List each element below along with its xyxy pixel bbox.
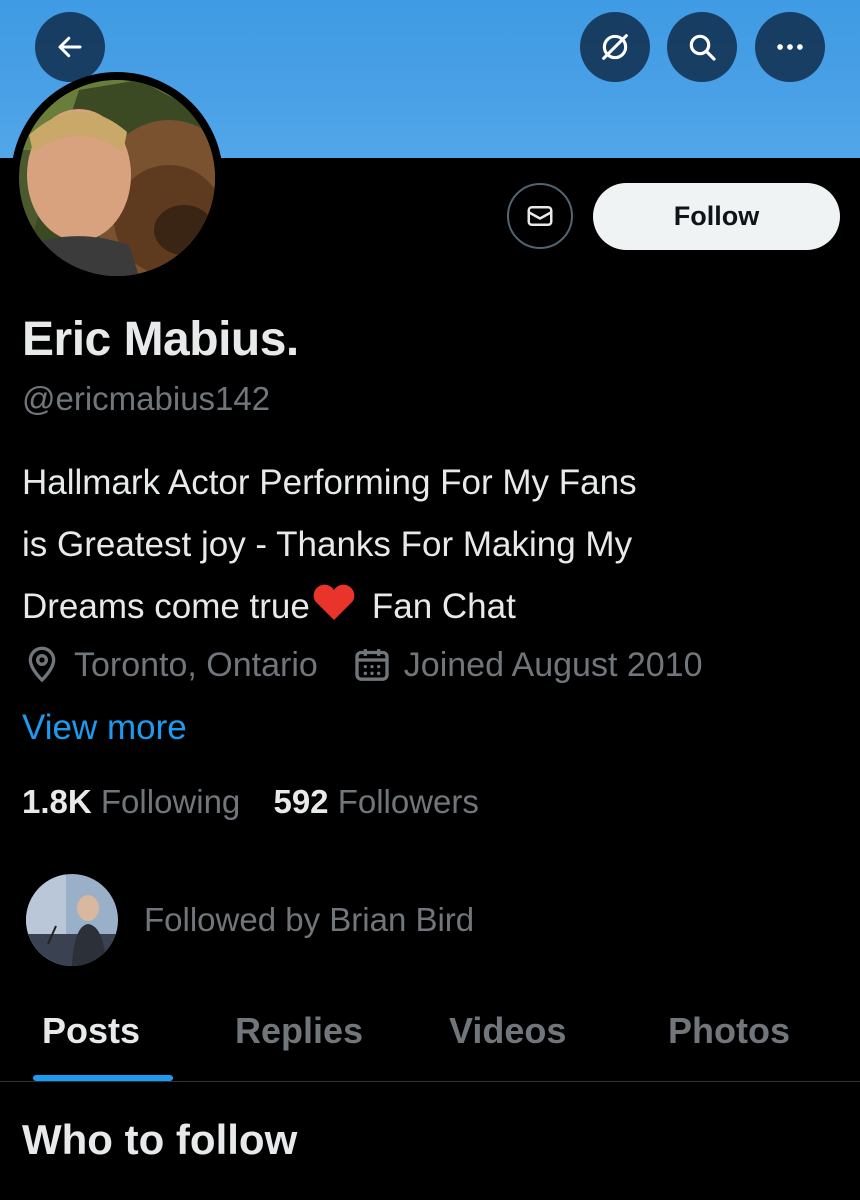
profile-avatar-frame[interactable] <box>11 72 223 284</box>
tab-photos[interactable]: Photos <box>668 1010 790 1052</box>
bio-line: is Greatest joy - Thanks For Making My <box>22 525 633 564</box>
profile-tabs: Posts Replies Videos Photos <box>0 1002 860 1082</box>
profile-avatar[interactable] <box>19 80 215 276</box>
more-button[interactable] <box>755 12 825 82</box>
profile-stats: 1.8K Following 592 Followers <box>22 783 503 821</box>
calendar-icon <box>355 649 389 681</box>
following-label: Following <box>100 783 241 820</box>
location-item: Toronto, Ontario <box>22 645 318 685</box>
tab-posts[interactable]: Posts <box>42 1010 140 1052</box>
follow-button[interactable]: Follow <box>593 183 840 250</box>
grok-button[interactable] <box>580 12 650 82</box>
more-horizontal-icon <box>777 44 803 50</box>
bio-line: Hallmark Actor Performing For My Fans <box>22 463 637 502</box>
who-to-follow-heading: Who to follow <box>22 1116 298 1163</box>
location-text: Toronto, Ontario <box>74 645 318 684</box>
followers-label: Followers <box>337 783 479 820</box>
envelope-icon <box>527 206 553 226</box>
joined-text: Joined August 2010 <box>403 645 703 684</box>
following-link[interactable]: 1.8K Following <box>22 783 240 820</box>
profile-bio: Hallmark Actor Performing For My Fans is… <box>22 452 852 638</box>
bio-line-text: Dreams come true <box>22 587 310 626</box>
avatar-photo <box>19 80 215 276</box>
bio-line: Dreams come true Fan Chat <box>22 576 852 638</box>
joined-item: Joined August 2010 <box>352 645 703 685</box>
view-more-link[interactable]: View more <box>22 708 187 748</box>
tab-replies[interactable]: Replies <box>235 1010 363 1052</box>
red-heart-icon <box>313 584 355 620</box>
arrow-left-icon <box>58 36 82 58</box>
back-button[interactable] <box>35 12 105 82</box>
profile-meta: Toronto, Ontario Joined August 2010 <box>22 641 703 689</box>
grok-icon <box>602 34 628 60</box>
search-icon <box>689 34 716 61</box>
followers-count: 592 <box>273 783 329 820</box>
follower-photo <box>26 874 118 966</box>
search-button[interactable] <box>667 12 737 82</box>
following-count: 1.8K <box>22 783 92 820</box>
bio-tail-text: Fan Chat <box>371 587 516 626</box>
profile-name: Eric Mabius. <box>22 313 299 366</box>
message-button[interactable] <box>507 183 573 249</box>
tab-videos[interactable]: Videos <box>449 1010 566 1052</box>
location-pin-icon <box>28 646 56 683</box>
profile-handle: @ericmabius142 <box>22 380 271 417</box>
followers-link[interactable]: 592 Followers <box>273 783 478 820</box>
followed-by-row[interactable]: Followed by Brian Bird <box>26 874 474 966</box>
follower-avatar <box>26 874 118 966</box>
followed-by-text: Followed by Brian Bird <box>144 901 475 938</box>
active-tab-indicator <box>33 1075 173 1081</box>
